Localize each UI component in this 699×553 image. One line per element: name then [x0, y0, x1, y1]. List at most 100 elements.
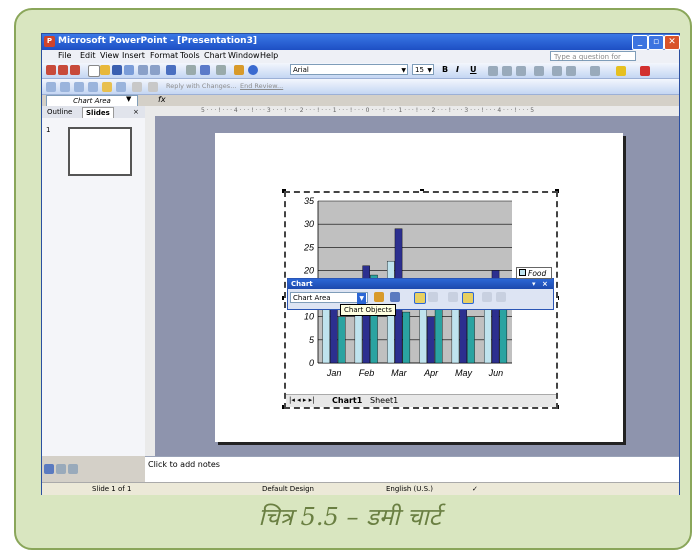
font-color-icon[interactable] [640, 66, 650, 76]
permission-icon[interactable] [124, 65, 134, 75]
chevron-down-icon[interactable]: ▾ [532, 279, 536, 289]
figure-caption: चित्र 5.5 – डमी चार्ट [258, 503, 441, 531]
print-icon[interactable] [138, 65, 148, 75]
menu-edit[interactable]: Edit [80, 51, 96, 60]
slide-thumbnail[interactable] [68, 127, 132, 176]
review-icon[interactable] [60, 82, 70, 92]
legend-icon[interactable] [414, 292, 426, 304]
maximize-button[interactable]: ▫ [648, 35, 664, 50]
x-tick-label: Mar [391, 368, 408, 378]
font-size-select[interactable]: 15 ▼ [412, 64, 434, 75]
y-tick-label: 0 [309, 358, 314, 368]
align-right-icon[interactable] [516, 66, 526, 76]
view-buttons [42, 464, 145, 474]
end-review-button[interactable]: End Review... [240, 82, 283, 90]
review-icon[interactable] [132, 82, 142, 92]
borders-icon[interactable] [590, 66, 600, 76]
menu-format[interactable]: Format [150, 51, 178, 60]
slideshow-icon[interactable] [68, 464, 78, 474]
tooltip: Chart Objects [340, 304, 396, 316]
save-icon[interactable] [112, 65, 122, 75]
close-button[interactable]: ✕ [664, 35, 680, 50]
powerpoint-window: P Microsoft PowerPoint - [Presentation3]… [41, 33, 680, 495]
chart-bar [451, 307, 460, 364]
review-icon[interactable] [46, 82, 56, 92]
comment-icon[interactable] [102, 82, 112, 92]
sort-icon[interactable] [216, 65, 226, 75]
menu-file[interactable]: File [58, 51, 71, 60]
chart-legend[interactable]: Food [516, 267, 552, 279]
zoom-icon[interactable] [186, 65, 196, 75]
angle-text-down-icon[interactable] [482, 292, 492, 302]
new-file-icon[interactable] [88, 65, 100, 77]
menu-view[interactable]: View [100, 51, 119, 60]
normal-view-icon[interactable] [44, 464, 54, 474]
function-icon[interactable]: fx [158, 95, 166, 104]
review-icon[interactable] [148, 82, 158, 92]
chart-wizard-icon[interactable] [234, 65, 244, 75]
angle-text-up-icon[interactable] [496, 292, 506, 302]
by-column-icon[interactable] [462, 292, 474, 304]
help-icon[interactable] [248, 65, 258, 75]
reply-with-changes-button[interactable]: Reply with Changes... [166, 82, 236, 90]
undo-icon[interactable] [166, 65, 176, 75]
tab-outline[interactable]: Outline [44, 107, 75, 117]
currency-icon[interactable] [552, 66, 562, 76]
data-table-icon[interactable] [428, 292, 438, 302]
align-center-icon[interactable] [502, 66, 512, 76]
close-icon[interactable]: × [130, 107, 142, 117]
menu-insert[interactable]: Insert [122, 51, 145, 60]
review-icon[interactable] [74, 82, 84, 92]
help-search-input[interactable]: Type a question for help [550, 51, 636, 71]
merge-icon[interactable] [534, 66, 544, 76]
chart-type-icon[interactable] [390, 292, 400, 302]
menu-help[interactable]: Help [260, 51, 278, 60]
notes-pane[interactable]: Click to add notes [145, 456, 679, 483]
review-icon[interactable] [116, 82, 126, 92]
fill-color-icon[interactable] [616, 66, 626, 76]
menu-tools[interactable]: Tools [180, 51, 200, 60]
open-folder-icon[interactable] [100, 65, 110, 75]
review-icon[interactable] [88, 82, 98, 92]
align-left-icon[interactable] [488, 66, 498, 76]
menu-chart[interactable]: Chart [204, 51, 226, 60]
slide-sorter-icon[interactable] [56, 464, 66, 474]
notes-placeholder: Click to add notes [148, 460, 220, 469]
close-icon[interactable]: × [542, 279, 548, 289]
panel-tabs: Outline Slides × [42, 106, 145, 118]
print-preview-icon[interactable] [150, 65, 160, 75]
menu-window[interactable]: Window [228, 51, 260, 60]
format-chart-area-icon[interactable] [374, 292, 384, 302]
by-row-icon[interactable] [448, 292, 458, 302]
tab-slides[interactable]: Slides [82, 107, 114, 118]
chart-bar [402, 311, 411, 364]
bold-button[interactable]: B [442, 65, 448, 74]
sheet-tab-chart1[interactable]: Chart1 [332, 396, 362, 405]
chevron-down-icon: ▼ [427, 67, 432, 74]
minimize-button[interactable]: _ [632, 35, 648, 50]
y-tick-label: 30 [304, 219, 314, 229]
new-slide-icon[interactable] [46, 65, 56, 75]
chart-bar [427, 316, 435, 364]
autosum-icon[interactable] [200, 65, 210, 75]
underline-button[interactable]: U [470, 65, 477, 74]
sheet-tab-sheet1[interactable]: Sheet1 [370, 396, 398, 405]
sheet-nav-arrows[interactable]: |◂ ◂ ▸ ▸| [289, 396, 314, 404]
chevron-down-icon[interactable]: ▼ [126, 95, 131, 103]
chart-objects-select[interactable]: Chart Area ▼ [290, 292, 368, 304]
chart-bar [434, 302, 443, 364]
y-tick-label: 25 [303, 242, 315, 252]
title-bar: P Microsoft PowerPoint - [Presentation3]… [42, 34, 680, 50]
chart-bar [467, 316, 475, 364]
powerpoint-icon: P [44, 36, 55, 47]
font-name-select[interactable]: Arial ▼ [290, 64, 408, 75]
italic-button[interactable]: I [456, 65, 459, 74]
window-title: Microsoft PowerPoint - [Presentation3] [58, 36, 257, 46]
slide-layout-icon[interactable] [58, 65, 68, 75]
x-tick-label: Jun [488, 368, 504, 378]
percent-icon[interactable] [566, 66, 576, 76]
design-icon[interactable] [70, 65, 80, 75]
menu-bar: File Edit View Insert Format Tools Chart… [42, 50, 679, 71]
x-tick-label: Jan [326, 368, 342, 378]
y-tick-label: 35 [304, 196, 315, 206]
